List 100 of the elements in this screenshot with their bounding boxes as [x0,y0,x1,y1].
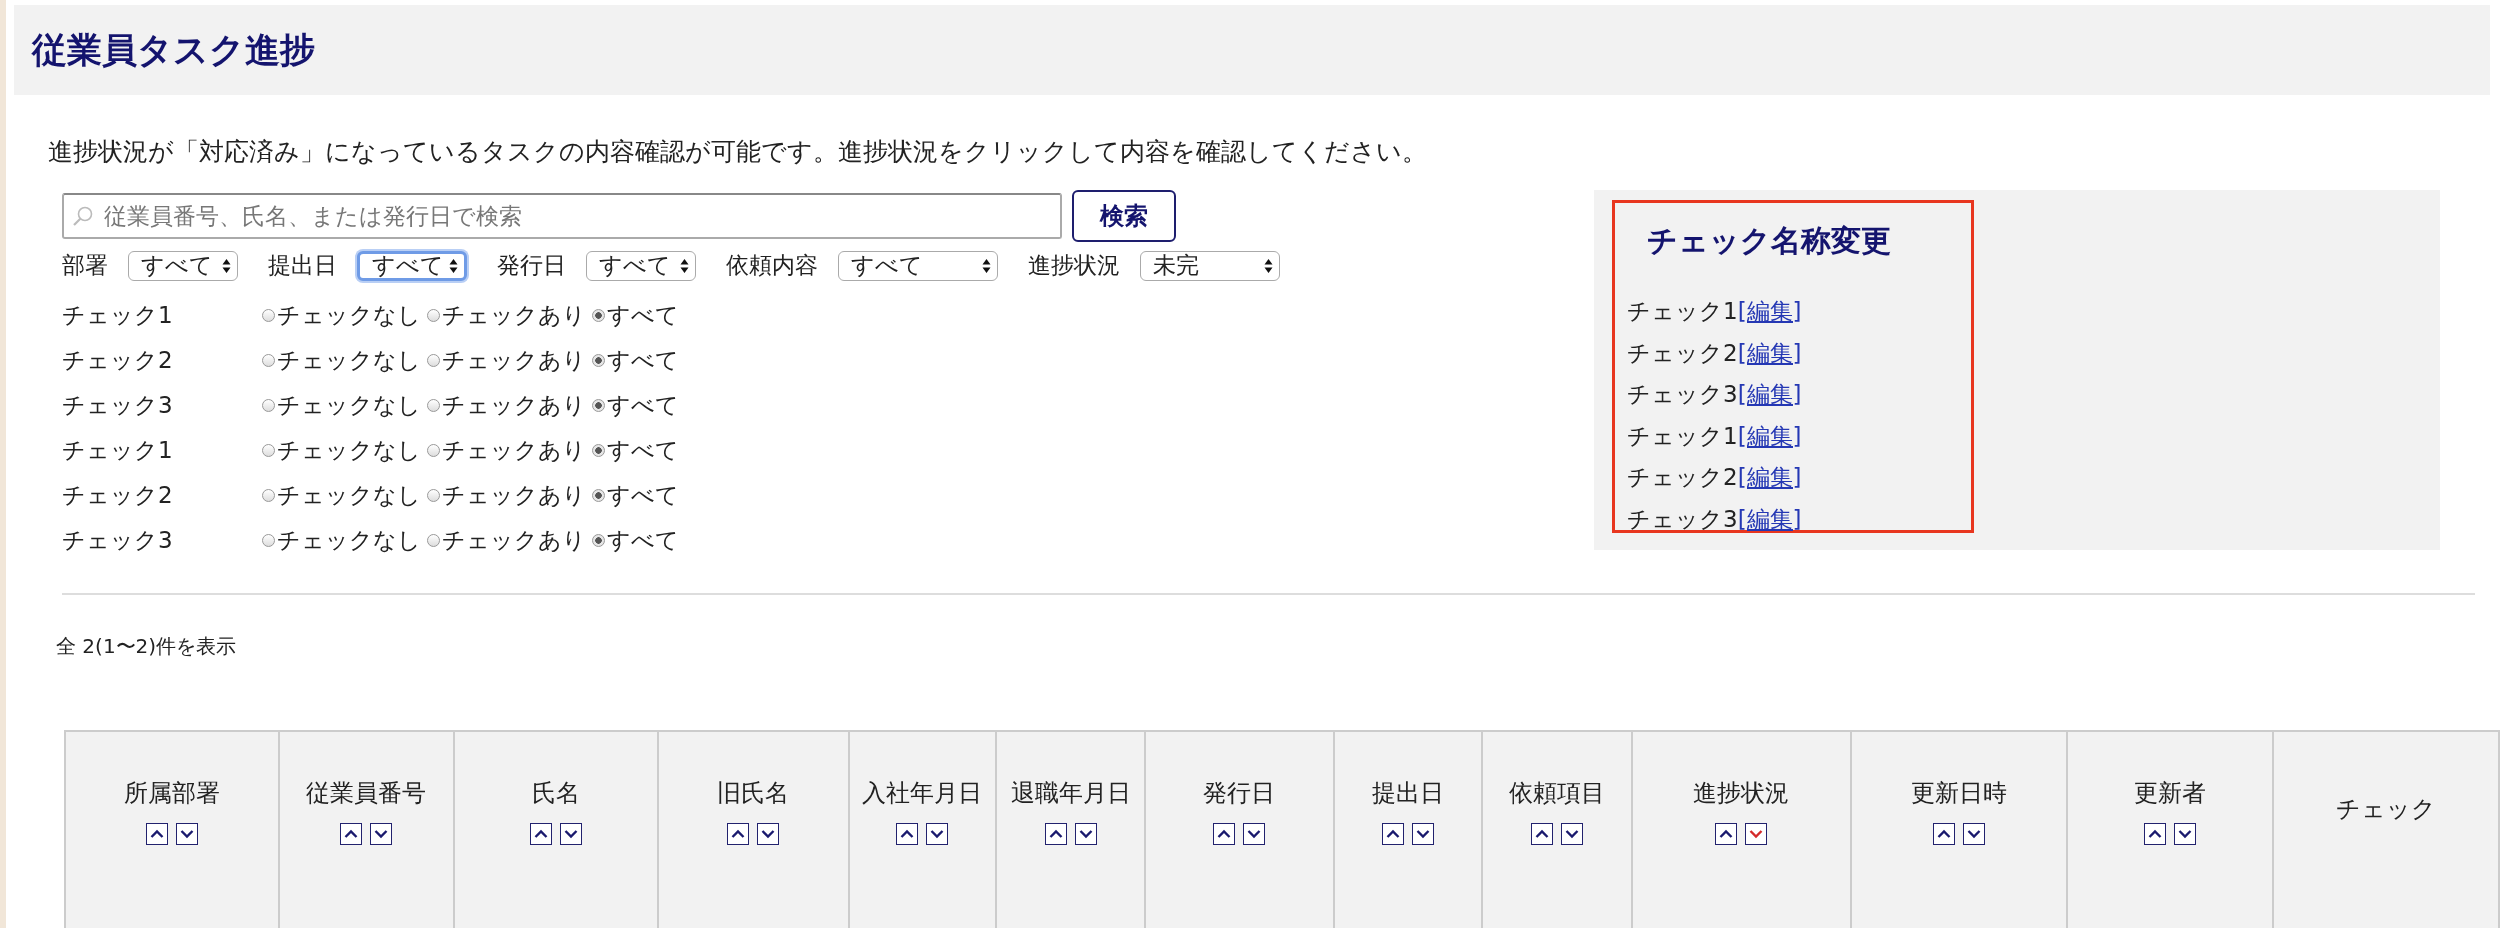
edit-link[interactable]: [編集] [1737,464,1802,490]
radio-button[interactable] [262,399,275,412]
radio-button[interactable] [427,399,440,412]
edit-link[interactable]: [編集] [1737,339,1802,366]
up-down-arrows-icon [449,257,458,274]
sort-ascending-button[interactable] [896,823,919,846]
sort-descending-button[interactable] [2174,823,2196,846]
sort-ascending-button[interactable] [1213,823,1236,846]
sort-ascending-button[interactable] [1044,823,1067,846]
dropdown[interactable]: 未完 [1140,250,1280,281]
sort-descending-button[interactable] [1243,823,1266,846]
sort-ascending-button[interactable] [1715,823,1738,846]
radio-button[interactable] [592,534,605,547]
chevron-down-icon [1078,829,1093,840]
column-label: 旧氏名 [717,777,790,809]
radio-button[interactable] [427,309,440,322]
edit-link[interactable]: [編集] [1737,422,1802,449]
sort-descending-button[interactable] [926,823,949,846]
radio-button[interactable] [262,534,275,547]
sort-descending-button[interactable] [1560,823,1583,846]
search-button[interactable]: 検索 [1072,190,1176,242]
chevron-up-icon [534,829,549,840]
chevron-down-icon [564,829,579,840]
check-filter-label: チェック3 [62,526,174,555]
column-label: チェック [2335,793,2436,825]
column-label: 発行日 [1203,777,1276,809]
radio-button[interactable] [262,489,275,502]
radio-label: チェックあり [442,391,586,420]
radio-label: チェックあり [442,436,586,465]
check-filter-label: チェック1 [62,301,174,330]
filter-label: 進捗状況 [1028,251,1120,280]
check-filter-label: チェック3 [62,391,174,420]
check-filter-label: チェック1 [62,436,174,465]
sort-ascending-button[interactable] [727,823,750,846]
column-label: 提出日 [1371,777,1444,809]
sort-ascending-button[interactable] [1932,823,1955,846]
radio-button[interactable] [427,354,440,367]
chevron-down-icon [1749,829,1764,840]
sort-descending-button[interactable] [175,823,198,846]
filter-label: 依頼内容 [726,251,818,280]
chevron-down-icon [374,829,389,840]
column-label: 更新日時 [1910,777,2007,809]
radio-label: すべて [607,301,679,330]
edit-link[interactable]: [編集] [1737,381,1802,407]
check-name: チェック2 [1627,339,1738,366]
panel-title: チェック名称変更 [1647,222,1892,260]
radio-button[interactable] [592,444,605,457]
check-name: チェック1 [1627,422,1738,449]
dropdown[interactable]: すべて [586,250,696,281]
sort-descending-button[interactable] [1745,823,1768,846]
radio-button[interactable] [262,309,275,322]
chevron-down-icon [1415,829,1430,840]
check-name: チェック2 [1627,464,1738,490]
search-field[interactable]: 従業員番号、氏名、または発行日で検索 [62,193,1062,239]
sort-ascending-button[interactable] [1530,823,1553,846]
radio-button[interactable] [592,309,605,322]
up-down-arrows-icon [982,257,991,274]
radio-label: チェックなし [277,526,421,555]
dropdown[interactable]: すべて [357,250,467,281]
page-title: 従業員タスク進捗 [32,28,315,72]
check-name: チェック3 [1627,505,1738,532]
sort-ascending-button[interactable] [1381,823,1404,846]
sort-descending-button[interactable] [560,823,583,846]
radio-label: チェックなし [277,436,421,465]
chevron-up-icon [731,829,746,840]
radio-button[interactable] [592,354,605,367]
radio-button[interactable] [427,489,440,502]
sort-ascending-button[interactable] [340,823,363,846]
sort-descending-button[interactable] [1074,823,1097,846]
chevron-down-icon [1564,829,1579,840]
sort-descending-button[interactable] [370,823,393,846]
sort-ascending-button[interactable] [530,823,553,846]
sort-descending-button[interactable] [1411,823,1434,846]
sort-descending-button[interactable] [1962,823,1985,846]
chevron-down-icon [179,829,194,840]
radio-button[interactable] [262,444,275,457]
chevron-up-icon [900,829,915,840]
sort-ascending-button[interactable] [2144,823,2166,846]
edit-link[interactable]: [編集] [1737,298,1802,324]
up-down-arrows-icon [1264,257,1273,274]
sort-ascending-button[interactable] [145,823,168,846]
chevron-up-icon [2148,829,2162,840]
radio-label: チェックあり [442,346,586,375]
search-icon [72,205,94,227]
radio-button[interactable] [592,489,605,502]
edit-link[interactable]: [編集] [1737,505,1802,532]
radio-label: チェックなし [277,301,421,330]
sort-descending-button[interactable] [757,823,780,846]
radio-label: チェックあり [442,481,586,510]
radio-button[interactable] [592,399,605,412]
radio-button[interactable] [262,354,275,367]
chevron-up-icon [1534,829,1549,840]
column-label: 退職年月日 [1010,777,1131,809]
dropdown[interactable]: すべて [128,250,238,281]
dropdown[interactable]: すべて [838,250,998,281]
radio-button[interactable] [427,534,440,547]
check-name: チェック1 [1627,298,1738,324]
up-down-arrows-icon [222,257,231,274]
radio-button[interactable] [427,444,440,457]
radio-label: チェックあり [442,526,586,555]
